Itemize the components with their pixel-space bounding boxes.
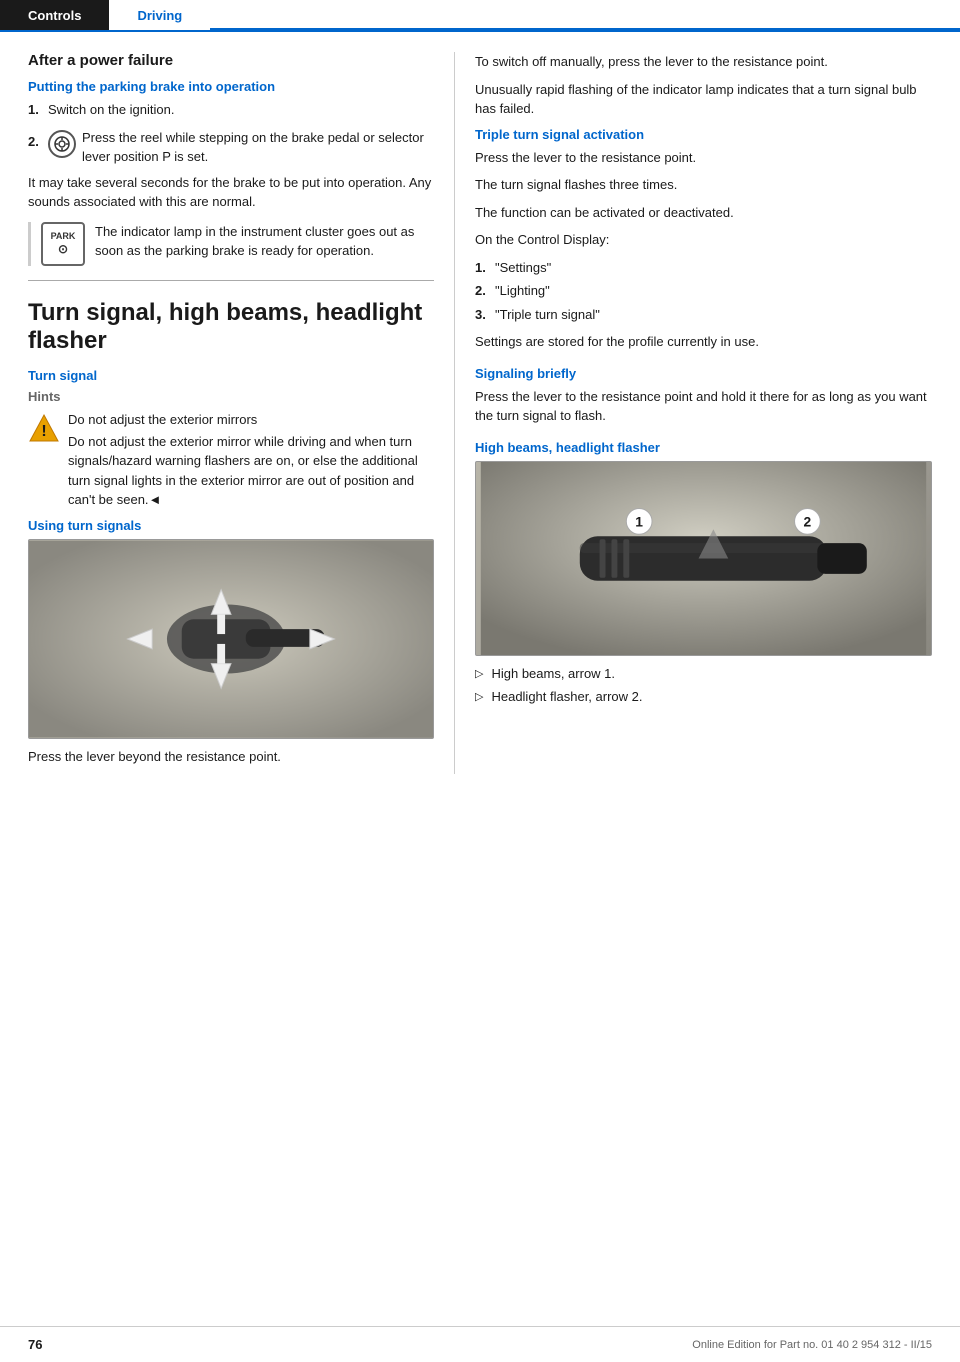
- signaling-briefly-text: Press the lever to the resistance point …: [475, 387, 932, 426]
- triple-text-1: Press the lever to the resistance point.: [475, 148, 932, 168]
- turn-signal-large-title: Turn signal, high beams, headlight flash…: [28, 299, 434, 357]
- triple-text-2: The turn signal flashes three times.: [475, 175, 932, 195]
- brake-body-text: It may take several seconds for the brak…: [28, 173, 434, 212]
- svg-text:!: !: [41, 423, 46, 440]
- park-note-box: PARK ⊙ The indicator lamp in the instrum…: [28, 222, 434, 266]
- footer: 76 Online Edition for Part no. 01 40 2 9…: [0, 1326, 960, 1362]
- warning-box: ! Do not adjust the exterior mirrors Do …: [28, 410, 434, 510]
- svg-text:2: 2: [804, 513, 812, 529]
- intro-text-1: To switch off manually, press the lever …: [475, 52, 932, 72]
- turn-signal-caption: Press the lever beyond the resistance po…: [28, 747, 434, 767]
- triple-steps: 1. "Settings" 2. "Lighting" 3. "Triple t…: [475, 258, 932, 325]
- hint2-text: Do not adjust the exterior mirror while …: [68, 432, 434, 510]
- park-indicator-icon: PARK ⊙: [41, 222, 85, 266]
- signaling-briefly-section: Signaling briefly Press the lever to the…: [475, 366, 932, 426]
- section-turn-signal: Turn signal, high beams, headlight flash…: [28, 299, 434, 767]
- triple-text-3: The function can be activated or deactiv…: [475, 203, 932, 223]
- step-1: 1. Switch on the ignition.: [28, 100, 434, 120]
- triple-text-4: On the Control Display:: [475, 230, 932, 250]
- intro-text-2: Unusually rapid flashing of the indicato…: [475, 80, 932, 119]
- step-2-row: 2. Press the reel while stepping on the …: [28, 128, 434, 167]
- turn-signal-image: [28, 539, 434, 739]
- hint1-text: Do not adjust the exterior mirrors: [68, 410, 434, 430]
- high-beams-title: High beams, headlight flasher: [475, 440, 932, 455]
- section-divider: [28, 280, 434, 281]
- parking-brake-subtitle: Putting the parking brake into operation: [28, 79, 434, 94]
- bullet-headlight-flasher: Headlight flasher, arrow 2.: [475, 687, 932, 707]
- reel-icon: [48, 130, 76, 158]
- high-beams-image: 1 2: [475, 461, 932, 656]
- tab-driving[interactable]: Driving: [109, 0, 210, 30]
- high-beams-section: High beams, headlight flasher: [475, 440, 932, 707]
- tab-controls[interactable]: Controls: [0, 0, 109, 30]
- parking-brake-steps: 1. Switch on the ignition.: [28, 100, 434, 120]
- signaling-briefly-title: Signaling briefly: [475, 366, 932, 381]
- triple-turn-section: Triple turn signal activation Press the …: [475, 127, 932, 352]
- section-power-failure: After a power failure Putting the parkin…: [28, 52, 434, 266]
- header-tabs: Controls Driving: [0, 0, 960, 32]
- page-number: 76: [28, 1337, 42, 1352]
- footer-info: Online Edition for Part no. 01 40 2 954 …: [692, 1339, 932, 1351]
- bullet-high-beams: High beams, arrow 1.: [475, 664, 932, 684]
- main-content: After a power failure Putting the parkin…: [0, 32, 960, 794]
- triple-step-3: 3. "Triple turn signal": [475, 305, 932, 325]
- triple-turn-title: Triple turn signal activation: [475, 127, 932, 142]
- using-turn-signals-title: Using turn signals: [28, 518, 434, 533]
- left-column: After a power failure Putting the parkin…: [0, 52, 455, 774]
- warning-triangle-icon: !: [28, 412, 60, 444]
- triple-text-5: Settings are stored for the profile curr…: [475, 332, 932, 352]
- power-failure-title: After a power failure: [28, 52, 434, 69]
- hints-title: Hints: [28, 389, 434, 404]
- high-beams-bullets: High beams, arrow 1. Headlight flasher, …: [475, 664, 932, 707]
- svg-text:1: 1: [635, 513, 643, 529]
- turn-signal-subtitle: Turn signal: [28, 368, 434, 383]
- right-column: To switch off manually, press the lever …: [455, 52, 960, 774]
- triple-step-1: 1. "Settings": [475, 258, 932, 278]
- park-note-text: The indicator lamp in the instrument clu…: [95, 222, 434, 261]
- triple-step-2: 2. "Lighting": [475, 281, 932, 301]
